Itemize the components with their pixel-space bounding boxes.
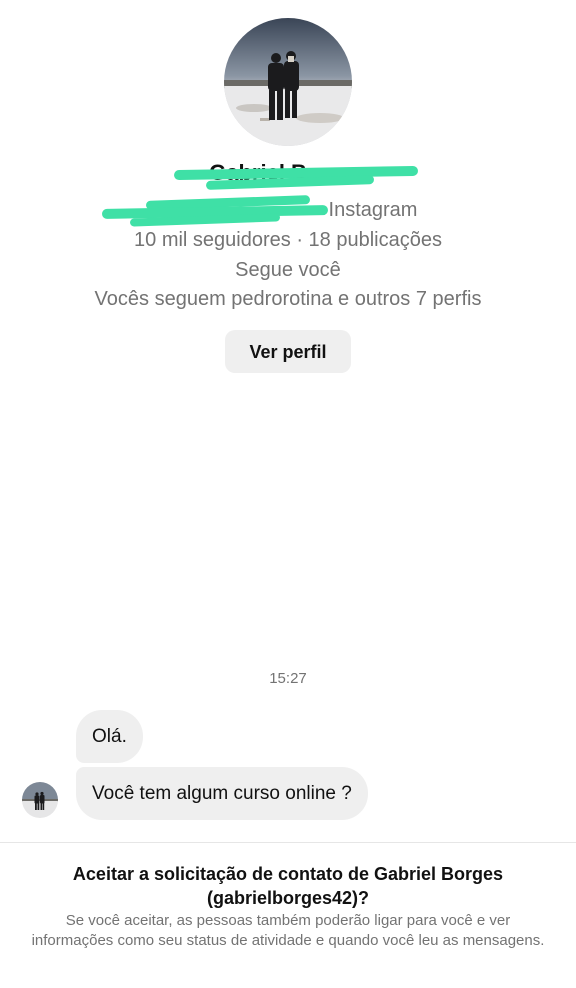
request-title: Aceitar a solicitação de contato de Gabr… bbox=[72, 864, 504, 908]
instagram-label: Instagram bbox=[328, 199, 418, 221]
message-timestamp: 15:27 bbox=[269, 670, 307, 687]
follows-you-label: Segue você bbox=[235, 259, 341, 281]
divider bbox=[0, 842, 576, 843]
request-description: Se você aceitar, as pessoas também poder… bbox=[31, 912, 545, 949]
sender-avatar[interactable] bbox=[22, 782, 58, 818]
profile-stats: 10 mil seguidores · 18 publicações bbox=[134, 229, 442, 251]
mutual-followers: Vocês seguem pedrorotina e outros 7 perf… bbox=[94, 288, 482, 310]
view-profile-button[interactable]: Ver perfil bbox=[225, 330, 351, 373]
message-bubble[interactable]: Você tem algum curso online ? bbox=[76, 767, 368, 820]
message-bubble[interactable]: Olá. bbox=[76, 710, 143, 763]
profile-avatar[interactable] bbox=[224, 18, 352, 146]
